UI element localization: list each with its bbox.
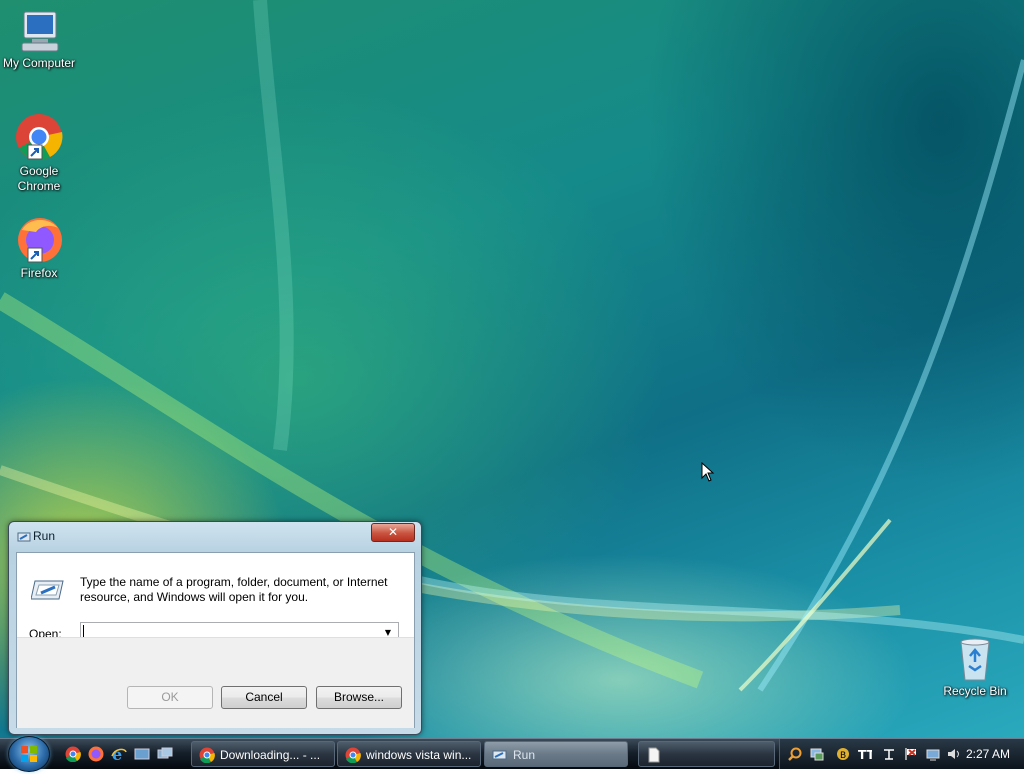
- firefox-icon[interactable]: [88, 746, 104, 762]
- text-icon[interactable]: TT: [858, 747, 872, 761]
- taskbar-button-run[interactable]: Run: [484, 741, 628, 767]
- show-desktop-icon[interactable]: [134, 746, 150, 762]
- run-icon: [492, 750, 507, 760]
- desktop-icon-firefox[interactable]: Firefox: [0, 216, 78, 281]
- search-icon[interactable]: [788, 747, 802, 761]
- taskbar-button-document[interactable]: [638, 741, 775, 767]
- windows-logo-icon: [21, 746, 37, 762]
- switch-windows-icon[interactable]: [157, 746, 173, 762]
- desktop-icon-my-computer[interactable]: My Computer: [0, 10, 78, 71]
- dialog-button-area: [17, 637, 414, 728]
- close-button[interactable]: ✕: [371, 523, 415, 542]
- computer-icon: [21, 11, 59, 52]
- flag-icon[interactable]: [904, 747, 918, 761]
- firefox-icon: [18, 218, 62, 263]
- chrome-icon[interactable]: [65, 746, 81, 762]
- dialog-content: Type the name of a program, folder, docu…: [16, 552, 415, 728]
- desktop-icon-label: My Computer: [2, 56, 76, 70]
- run-icon: [17, 532, 31, 542]
- volume-icon[interactable]: [947, 747, 961, 761]
- run-dialog: Run ✕ Type the name of a program, folder…: [8, 521, 422, 735]
- desktop-icon-label: Firefox: [20, 266, 58, 280]
- chrome-icon: [345, 747, 361, 763]
- dialog-title: Run: [33, 529, 56, 543]
- recycle-bin-icon: [960, 638, 990, 681]
- cancel-button[interactable]: Cancel: [221, 686, 307, 709]
- svg-text:B: B: [840, 751, 846, 761]
- desktop-icon-label: Recycle Bin: [943, 684, 1007, 698]
- network-icon[interactable]: [882, 747, 896, 761]
- desktop-icon-recycle-bin[interactable]: Recycle Bin: [936, 636, 1014, 699]
- taskbar-button-label: Downloading... - ...: [220, 748, 321, 762]
- taskbar-button-label: Run: [513, 748, 536, 762]
- chrome-icon: [16, 114, 63, 160]
- mouse-pointer-icon: [701, 462, 715, 482]
- network-status-icon[interactable]: [810, 747, 824, 761]
- document-icon: [648, 747, 660, 763]
- connection-icon[interactable]: [926, 747, 940, 761]
- taskbar: e Downloading... - ... windows vista win…: [0, 736, 1024, 772]
- internet-explorer-icon[interactable]: e: [111, 746, 127, 762]
- security-icon[interactable]: B: [836, 747, 850, 761]
- svg-text:TT: TT: [858, 748, 872, 761]
- clock[interactable]: 2:27 AM: [966, 747, 1010, 761]
- desktop-icon-google-chrome[interactable]: Google Chrome: [0, 112, 78, 194]
- chrome-icon: [199, 747, 215, 763]
- ok-button[interactable]: OK: [127, 686, 213, 709]
- taskbar-button-windows-vista[interactable]: windows vista win...: [337, 741, 481, 767]
- desktop-icon-label: Google Chrome: [17, 164, 61, 193]
- browse-button[interactable]: Browse...: [316, 686, 402, 709]
- dialog-description: Type the name of a program, folder, docu…: [80, 575, 388, 604]
- taskbar-button-downloading[interactable]: Downloading... - ...: [191, 741, 335, 767]
- taskbar-button-label: windows vista win...: [366, 748, 472, 762]
- program-icon: [31, 580, 64, 600]
- start-button[interactable]: [8, 736, 50, 772]
